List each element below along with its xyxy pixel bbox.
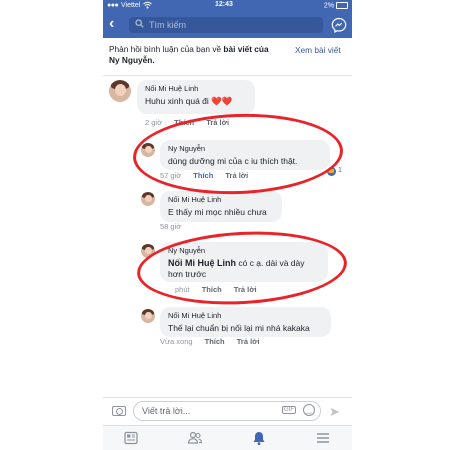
post-link[interactable]: bài viết của <box>223 44 268 54</box>
status-bar: ●●● Viettel 12:43 2% <box>103 0 352 12</box>
search-icon <box>135 19 144 30</box>
tab-bar <box>103 425 352 450</box>
comment-bubble: Nối Mi Huệ Linh Huhu xinh quá đi ❤️❤️ <box>137 80 255 114</box>
comment-text: E thấy mi mọc nhiều chưa <box>168 207 267 217</box>
chevron-left-icon[interactable]: ‹ <box>109 15 114 33</box>
battery-icon <box>336 2 348 9</box>
avatar[interactable] <box>109 80 131 102</box>
messenger-icon[interactable] <box>331 17 347 34</box>
emoji-icon[interactable] <box>303 404 315 416</box>
notification-notice: Phản hồi bình luận của bạn về bài viết c… <box>109 44 275 66</box>
comment-time: 2 giờ <box>145 118 163 127</box>
view-post-link[interactable]: Xem bài viết <box>295 45 341 55</box>
camera-icon[interactable] <box>112 406 126 416</box>
comment-author[interactable]: Nối Mi Huệ Linh <box>168 195 274 204</box>
phone-screen: ●●● Viettel 12:43 2% ‹ Tìm kiếm Phản hồi… <box>103 0 352 450</box>
signal-icon: ●●● <box>107 2 119 9</box>
top-bar: ●●● Viettel 12:43 2% ‹ Tìm kiếm <box>103 0 352 38</box>
send-icon[interactable]: ➤ <box>329 404 340 420</box>
post-author[interactable]: Ny Nguyễn. <box>109 55 155 65</box>
heart-emoji: ❤️❤️ <box>211 96 233 106</box>
clock: 12:43 <box>215 1 233 8</box>
battery-percent: 2% <box>323 2 335 10</box>
news-feed-icon[interactable] <box>123 430 139 446</box>
like-button[interactable]: Thích <box>205 337 225 346</box>
comment-bubble: Nối Mi Huệ Linh Thế lại chuẩn bị nối lại… <box>160 307 331 337</box>
gif-button[interactable]: GIF <box>282 406 296 414</box>
wifi-icon <box>143 1 152 11</box>
reply-button[interactable]: Trả lời <box>237 337 260 346</box>
highlight-circle <box>135 226 349 310</box>
reply-input[interactable]: Viết trả lời... GIF <box>133 401 321 421</box>
comment-author[interactable]: Nối Mi Huệ Linh <box>168 311 323 320</box>
carrier-label: Viettel <box>121 2 141 9</box>
battery-indicator: 2% <box>324 2 348 9</box>
menu-icon[interactable] <box>315 430 331 446</box>
reply-placeholder: Viết trả lời... <box>142 406 191 416</box>
comment-text: Huhu xinh quá đi ❤️❤️ <box>145 96 233 106</box>
search-placeholder: Tìm kiếm <box>149 20 186 30</box>
comment-time: Vừa xong <box>160 337 193 346</box>
divider <box>103 75 352 76</box>
nav-bar: ‹ Tìm kiếm <box>103 14 352 36</box>
comment-time: 58 giờ <box>160 222 182 231</box>
notice-prefix: Phản hồi bình luận của bạn về <box>109 44 224 54</box>
comment-meta: 58 giờ <box>160 222 181 231</box>
search-input[interactable]: Tìm kiếm <box>129 17 323 33</box>
notifications-bell-icon[interactable] <box>251 430 267 446</box>
avatar[interactable] <box>141 309 155 323</box>
friends-icon[interactable] <box>187 430 203 446</box>
reply-bar: Viết trả lời... GIF ➤ <box>103 397 352 426</box>
comment-bubble: Nối Mi Huệ Linh E thấy mi mọc nhiều chưa <box>160 191 282 222</box>
avatar[interactable] <box>141 192 155 206</box>
comment-text: Thế lại chuẩn bị nối lại mi nhá kakaka <box>168 323 310 333</box>
comment-author[interactable]: Nối Mi Huệ Linh <box>145 84 247 93</box>
comment-meta: Vừa xong Thích Trả lời <box>160 337 260 346</box>
